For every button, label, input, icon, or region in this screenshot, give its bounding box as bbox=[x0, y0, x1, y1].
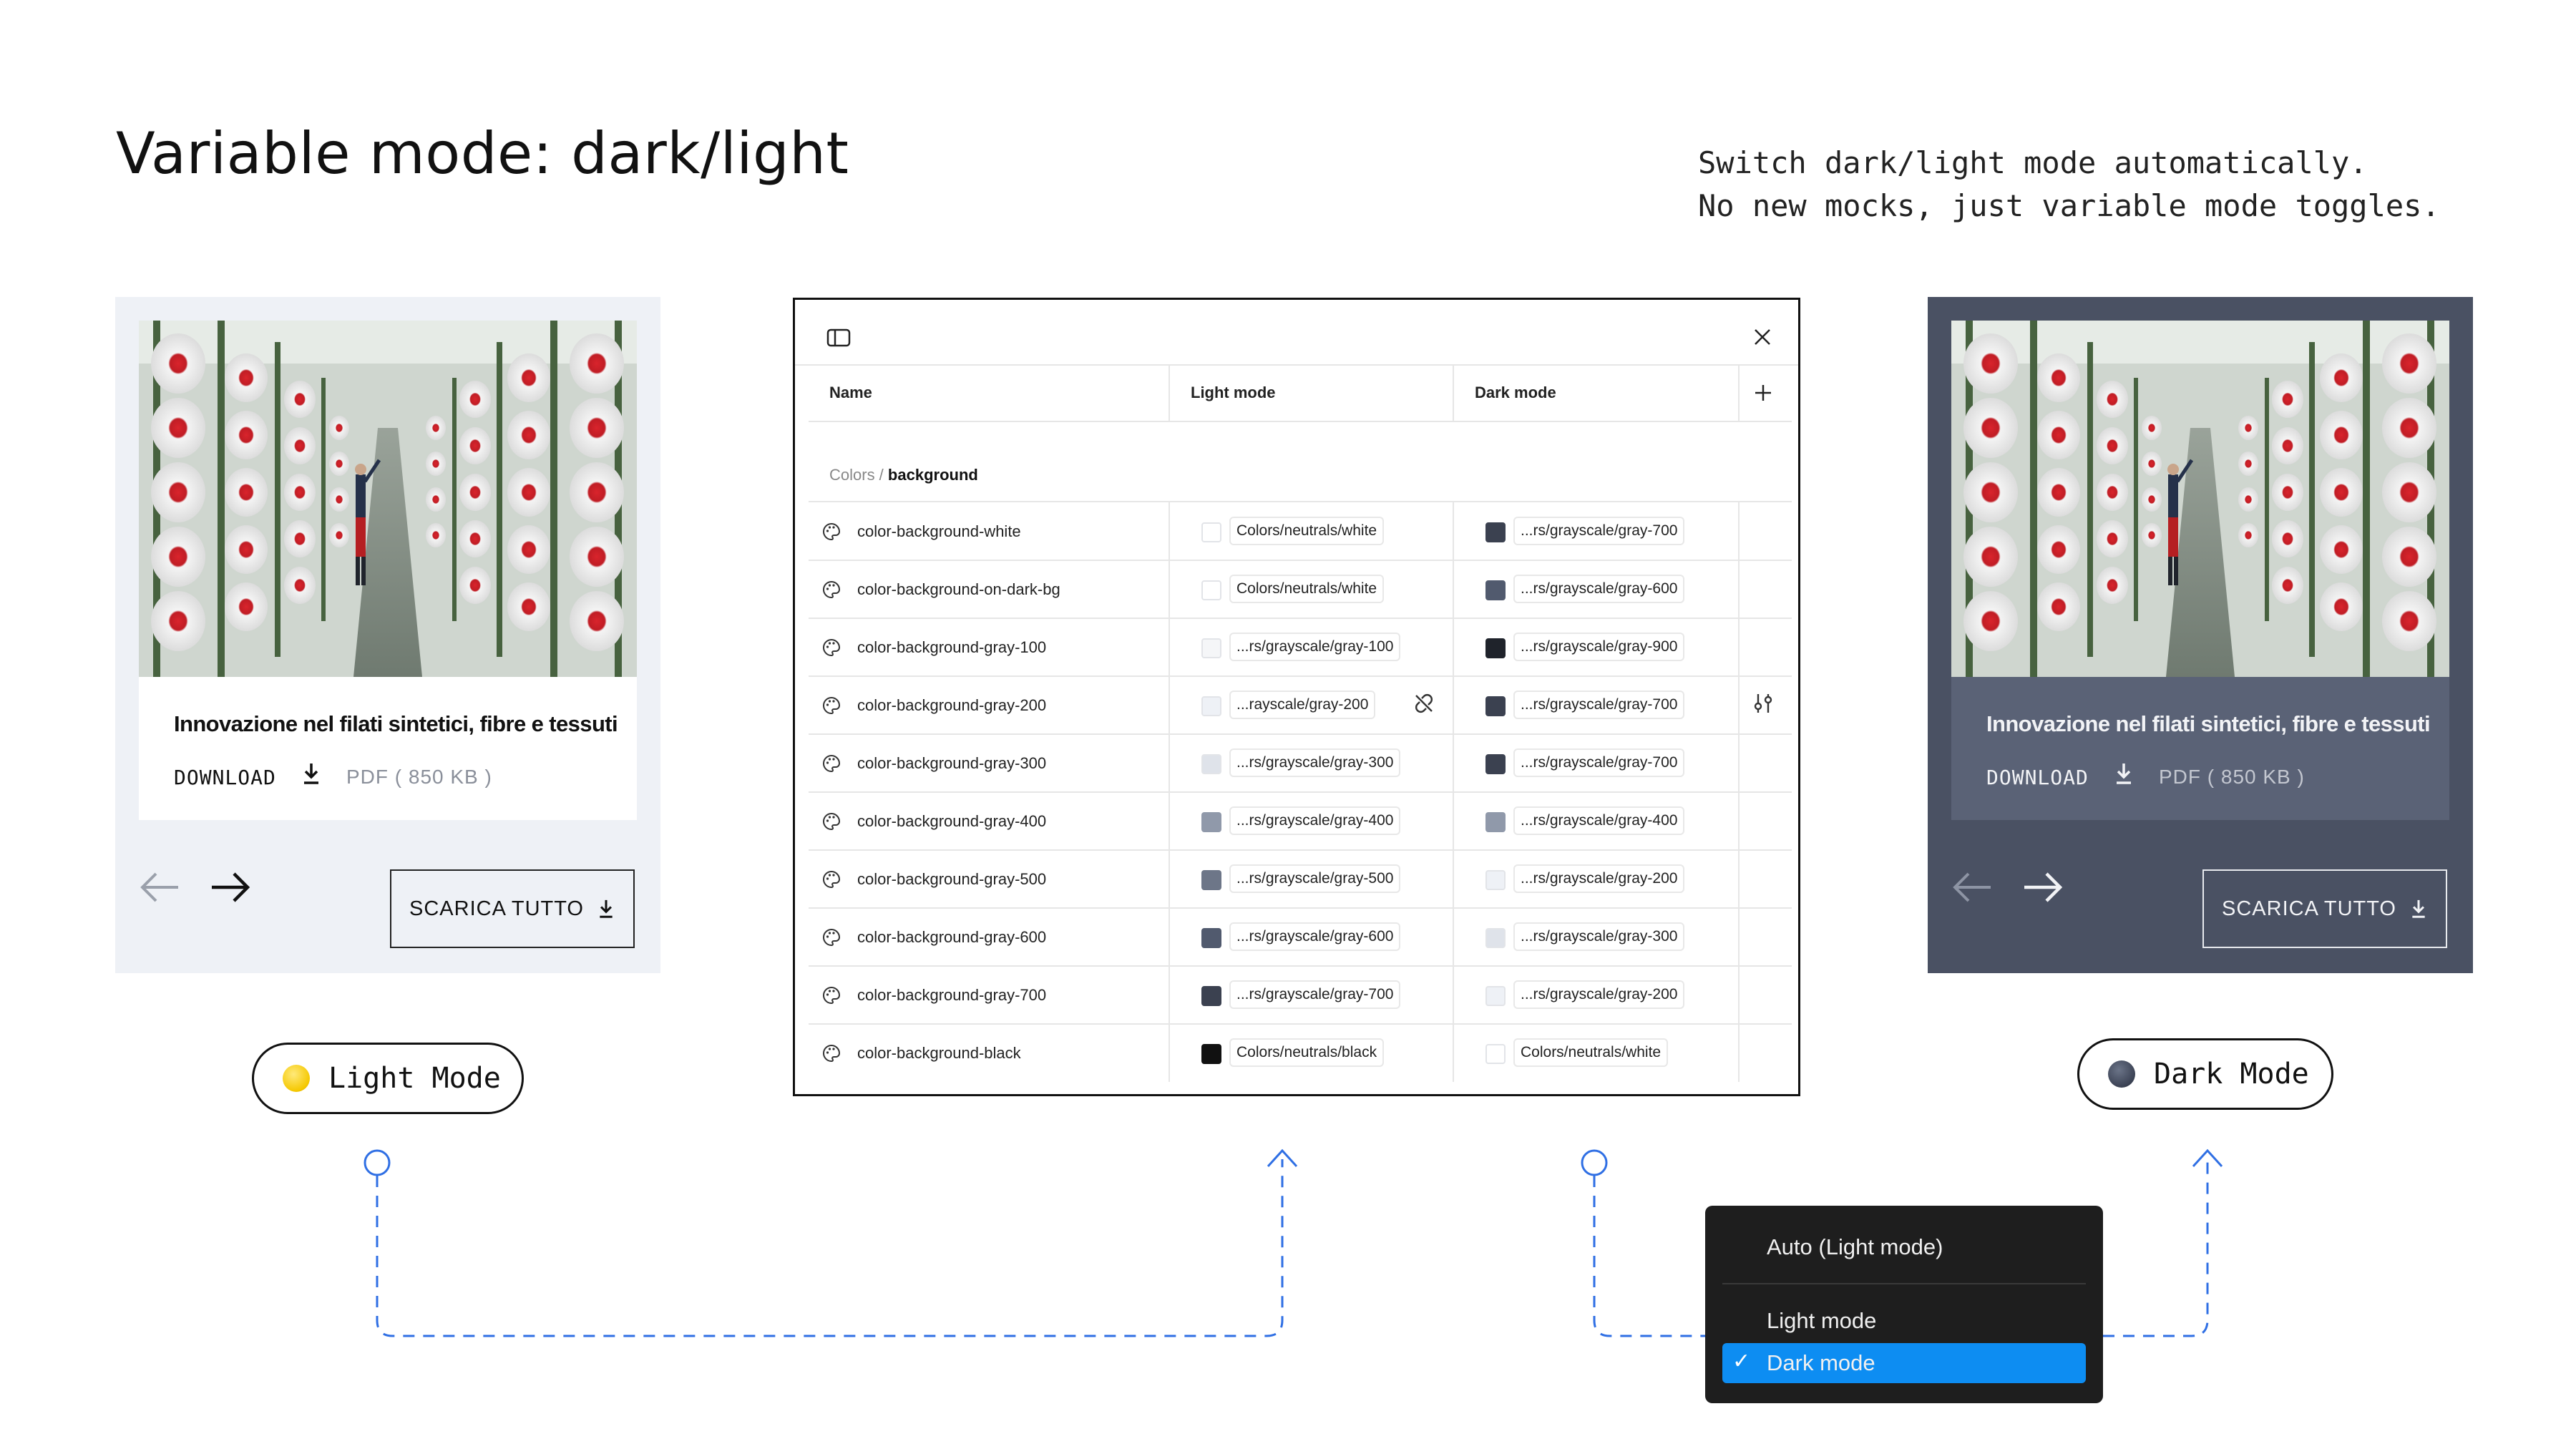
connector-start-dot bbox=[1581, 1149, 1608, 1176]
connector-line bbox=[376, 1159, 1284, 1337]
menu-item-label: Dark mode bbox=[1767, 1350, 1875, 1375]
mode-dropdown-menu: Auto (Light mode) Light mode ✓ Dark mode bbox=[1705, 1206, 2103, 1403]
menu-item-label: Light mode bbox=[1767, 1308, 1877, 1333]
menu-item-dark-mode[interactable]: ✓ Dark mode bbox=[1722, 1343, 2086, 1383]
connector-start-dot bbox=[364, 1149, 391, 1176]
menu-item-light-mode[interactable]: Light mode bbox=[1722, 1301, 2086, 1341]
connector-line bbox=[1593, 1176, 1705, 1337]
menu-separator bbox=[1722, 1283, 2086, 1284]
menu-item-label: Auto (Light mode) bbox=[1767, 1234, 1943, 1259]
flow-connectors bbox=[364, 1148, 2223, 1337]
connector-line bbox=[2103, 1159, 2209, 1337]
checkmark-icon: ✓ bbox=[1732, 1350, 1751, 1373]
menu-item-auto[interactable]: Auto (Light mode) bbox=[1722, 1227, 2086, 1267]
